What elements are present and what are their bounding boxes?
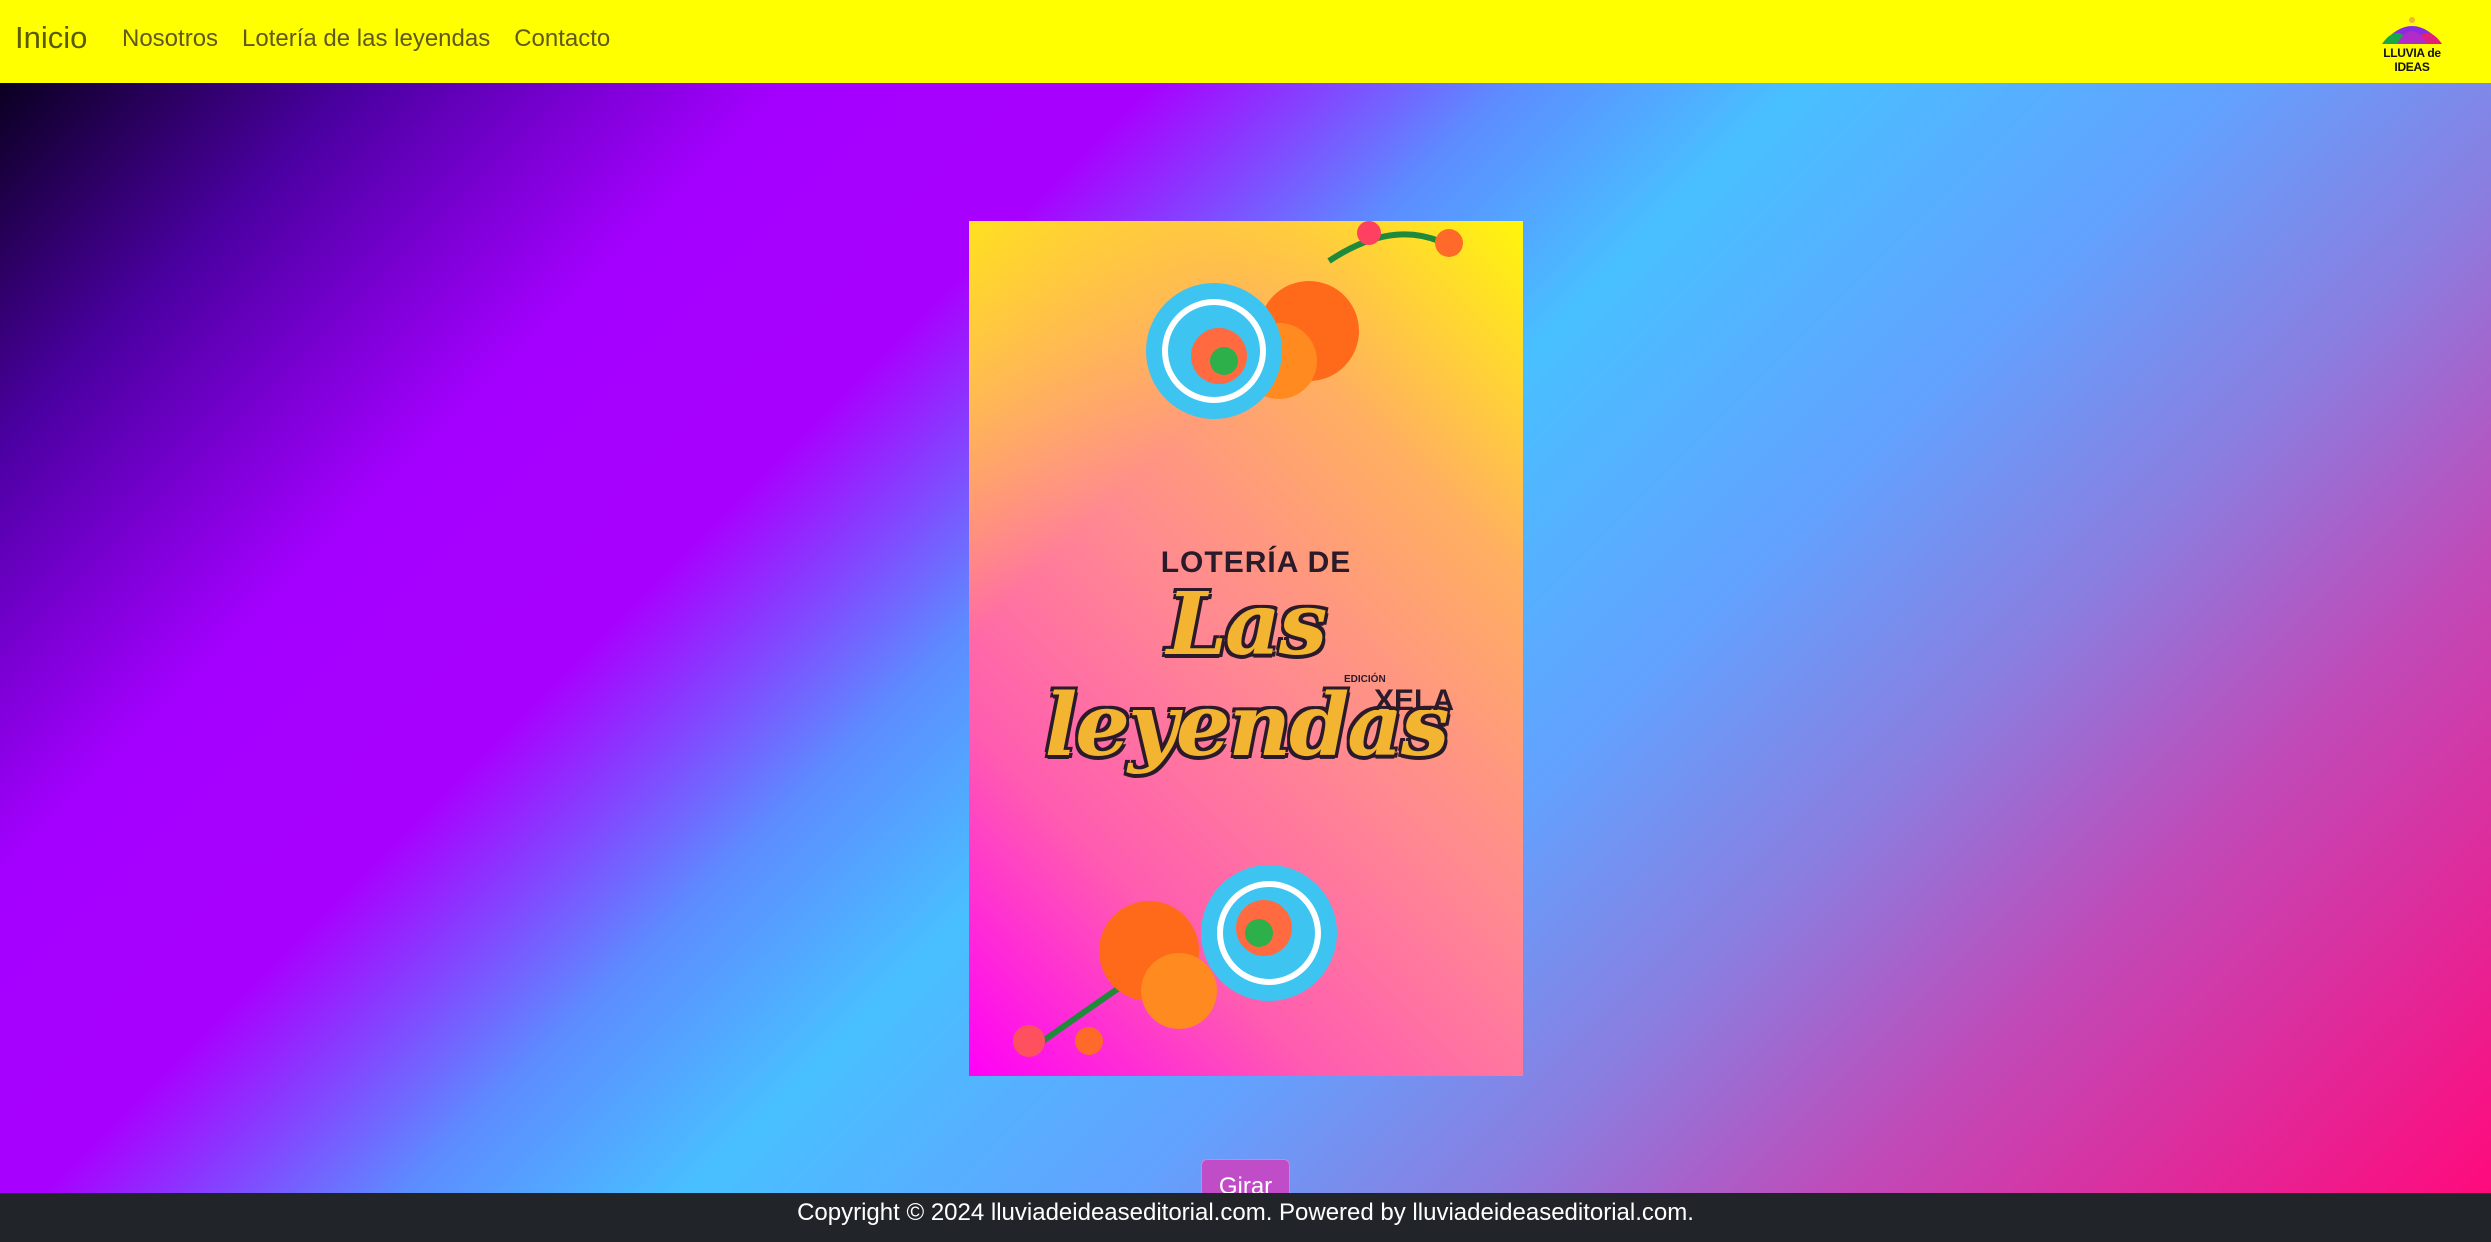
card-title: LOTERÍA DE Las leyendas EDICIÓN XELA bbox=[969, 546, 1523, 776]
flower-top-icon bbox=[1146, 221, 1463, 419]
nav-links: Nosotros Lotería de las leyendas Contact… bbox=[122, 25, 634, 53]
flower-bottom-icon bbox=[1013, 865, 1337, 1057]
main-area: LOTERÍA DE Las leyendas EDICIÓN XELA Gir… bbox=[0, 83, 2491, 1215]
title-las-leyendas: Las leyendas bbox=[1044, 574, 1450, 776]
edition-name: XELA bbox=[1374, 684, 1455, 717]
brand-link-inicio[interactable]: Inicio bbox=[15, 20, 87, 56]
footer-copyright: Copyright © 2024 lluviadeideaseditorial.… bbox=[797, 1199, 1694, 1226]
nav-link-contacto[interactable]: Contacto bbox=[514, 25, 610, 53]
nav-link-nosotros[interactable]: Nosotros bbox=[122, 25, 218, 53]
nav-link-loteria[interactable]: Lotería de las leyendas bbox=[242, 25, 490, 53]
brand-logo[interactable]: LLUVIA de IDEAS bbox=[2367, 14, 2457, 74]
umbrella-logo-icon bbox=[2382, 17, 2442, 44]
loteria-card: LOTERÍA DE Las leyendas EDICIÓN XELA bbox=[969, 221, 1523, 1076]
top-navbar: Inicio Nosotros Lotería de las leyendas … bbox=[0, 0, 2491, 83]
footer: Copyright © 2024 lluviadeideaseditorial.… bbox=[0, 1193, 2491, 1242]
logo-text: LLUVIA de IDEAS bbox=[2383, 46, 2441, 74]
